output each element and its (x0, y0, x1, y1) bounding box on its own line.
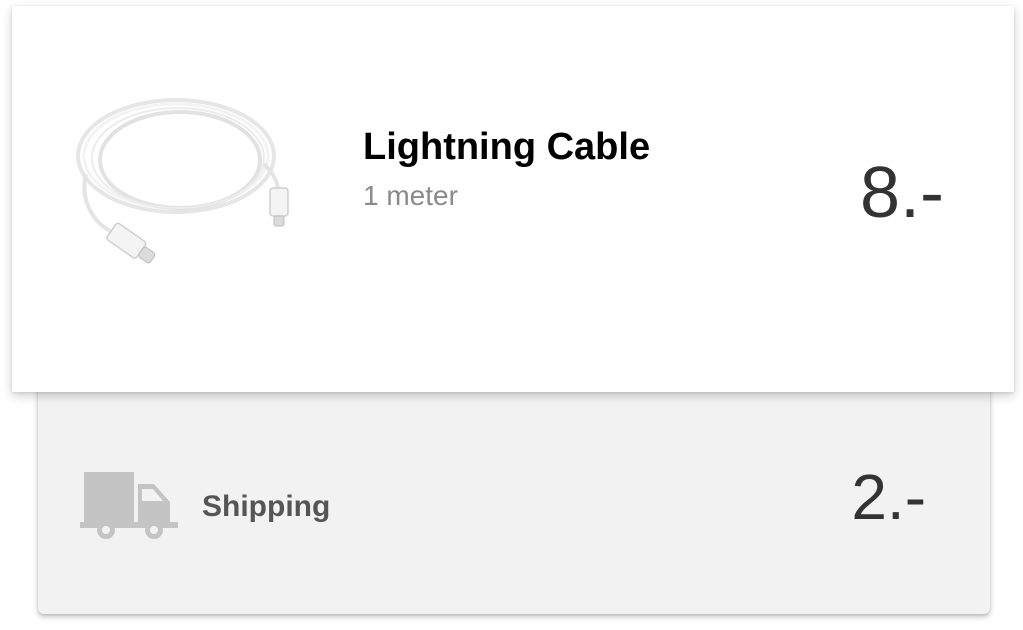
product-variant: 1 meter (363, 180, 458, 211)
product-card[interactable]: Lightning Cable 1 meter 8.- (12, 6, 1014, 392)
shipping-price: 2.- (851, 461, 926, 533)
product-price: 8.- (859, 153, 944, 233)
lightning-cable-image (76, 98, 289, 264)
cart-summary: Shipping 2.- Lightning Cable 1 meter 8.- (0, 0, 1023, 630)
product-name: Lightning Cable (363, 126, 651, 168)
shipping-label: Shipping (202, 490, 331, 523)
shipping-card: Shipping 2.- (38, 360, 990, 614)
truck-icon (80, 472, 178, 539)
